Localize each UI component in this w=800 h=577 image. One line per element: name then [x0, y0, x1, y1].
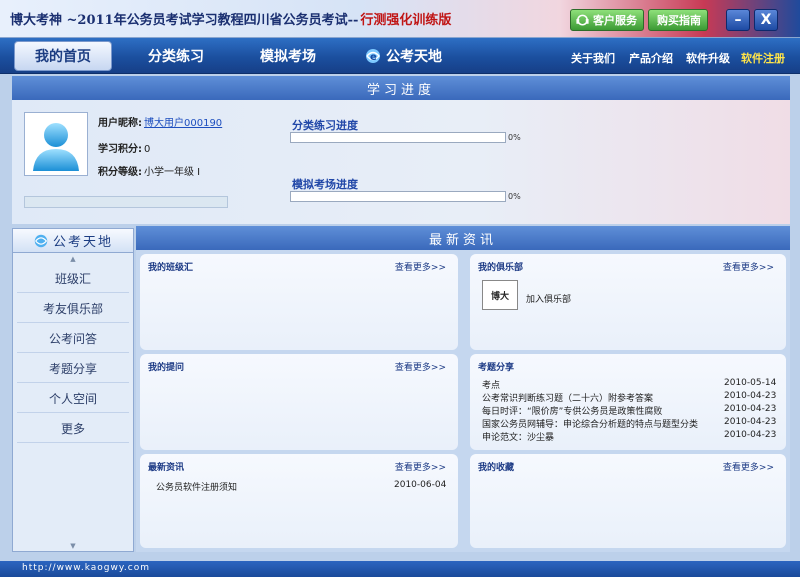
globe-e-icon [34, 234, 48, 247]
level-value: 小学一年级 I [144, 167, 201, 178]
sidebar-header-label: 公考天地 [52, 235, 113, 250]
questions-more-link[interactable]: 查看更多>> [395, 360, 446, 373]
tab-exam-world-label: 公考天地 [386, 49, 442, 65]
list-item[interactable]: 申论范文：沙尘暴 [482, 430, 554, 443]
questions-panel-title: 我的提问 [148, 363, 185, 373]
club-logo-text: 博大 [490, 291, 509, 302]
sidebar-scroll-down-icon[interactable]: ▼ [13, 541, 133, 551]
club-panel-title: 我的俱乐部 [478, 263, 524, 273]
level-progress-bar [24, 196, 228, 208]
window-title: 博大考神 ~2011年公务员考试学习教程四川省公务员考试-- 行测强化训练版 [10, 9, 451, 28]
status-url[interactable]: http://www.kaogwy.com [22, 563, 150, 573]
nickname-value[interactable]: 博大用户000190 [144, 118, 222, 129]
class-panel-title: 我的班级汇 [148, 263, 194, 273]
latest-panel-title: 最新资讯 [148, 463, 185, 473]
list-item-date: 2010-05-14 [724, 378, 777, 388]
category-progress-percent: 0% [508, 133, 521, 142]
exam-progress-percent: 0% [508, 192, 521, 201]
list-item[interactable]: 每日时评：“限价房”专供公务员是政策性腐败 [482, 404, 662, 417]
class-panel: 我的班级汇 查看更多>> [140, 254, 458, 350]
user-avatar-icon [33, 123, 79, 171]
nav-link-about[interactable]: 关于我们 [571, 50, 615, 66]
latest-more-link[interactable]: 查看更多>> [395, 460, 446, 473]
title-bar: 博大考神 ~2011年公务员考试学习教程四川省公务员考试-- 行测强化训练版 客户… [0, 0, 800, 38]
tab-category-practice[interactable]: 分类练习 [132, 41, 220, 71]
headset-icon [576, 14, 589, 26]
sidebar-item-qa[interactable]: 公考问答 [17, 325, 129, 353]
exam-progress-label: 模拟考场进度 [292, 178, 358, 191]
status-bar: http://www.kaogwy.com [0, 561, 800, 577]
list-item[interactable]: 国家公务员网辅导：申论综合分析题的特点与题型分类 [482, 417, 698, 430]
list-item-date: 2010-06-04 [394, 480, 447, 490]
close-icon: X [760, 12, 772, 28]
sidebar-item-more[interactable]: 更多 [17, 415, 129, 443]
list-item[interactable]: 公务员软件注册须知 [156, 480, 237, 493]
tab-exam-world[interactable]: e 公考天地 [354, 41, 452, 71]
share-panel: 考题分享 考点 2010-05-14 公考常识判断练习题（二十六）附参考答案 2… [470, 354, 786, 450]
tab-mock-exam[interactable]: 模拟考场 [244, 41, 332, 71]
news-header: 最新资讯 [136, 226, 790, 250]
purchase-guide-label: 购买指南 [657, 14, 701, 27]
avatar [24, 112, 88, 176]
main-nav: 我的首页 分类练习 模拟考场 e 公考天地 关于我们 产品介绍 软件升级 软件注… [0, 38, 800, 74]
list-item-date: 2010-04-23 [724, 391, 777, 401]
nav-link-register[interactable]: 软件注册 [741, 50, 785, 66]
progress-header: 学习进度 [12, 76, 790, 100]
exam-progress-track [290, 191, 506, 202]
points-label: 学习积分: [98, 144, 142, 155]
favorites-panel-title: 我的收藏 [478, 463, 515, 473]
list-item-date: 2010-04-23 [724, 430, 777, 440]
customer-service-label: 客户服务 [593, 14, 637, 27]
purchase-guide-button[interactable]: 购买指南 [648, 9, 708, 31]
level-label: 积分等级: [98, 167, 142, 178]
tab-home[interactable]: 我的首页 [14, 41, 112, 71]
questions-panel: 我的提问 查看更多>> [140, 354, 458, 450]
customer-service-button[interactable]: 客户服务 [570, 9, 644, 31]
favorites-more-link[interactable]: 查看更多>> [723, 460, 774, 473]
minimize-icon: – [734, 12, 742, 28]
category-progress-track [290, 132, 506, 143]
nickname-row: 用户昵称: 博大用户000190 [98, 114, 222, 129]
sidebar-item-space[interactable]: 个人空间 [17, 385, 129, 413]
window-title-edition: 行测强化训练版 [360, 13, 452, 28]
list-item[interactable]: 公考常识判断练习题（二十六）附参考答案 [482, 391, 653, 404]
sidebar-item-club[interactable]: 考友俱乐部 [17, 295, 129, 323]
class-more-link[interactable]: 查看更多>> [395, 260, 446, 273]
globe-e-icon: e [366, 49, 380, 63]
club-panel: 我的俱乐部 查看更多>> 博大 加入俱乐部 [470, 254, 786, 350]
svg-text:e: e [370, 52, 377, 63]
sidebar-item-class[interactable]: 班级汇 [17, 265, 129, 293]
exam-world-sidebar: 公考天地 ▲ 班级汇 考友俱乐部 公考问答 考题分享 个人空间 更多 ▼ [12, 228, 134, 552]
sidebar-header: 公考天地 [13, 229, 133, 253]
close-button[interactable]: X [754, 9, 778, 31]
nickname-label: 用户昵称: [98, 118, 142, 129]
category-progress-label: 分类练习进度 [292, 119, 358, 132]
window-title-main: 博大考神 ~2011年公务员考试学习教程四川省公务员考试-- [10, 13, 359, 28]
share-panel-title: 考题分享 [478, 363, 515, 373]
points-value: 0 [144, 144, 151, 155]
progress-panel: 用户昵称: 博大用户000190 学习积分: 0 积分等级: 小学一年级 I 分类练习… [12, 100, 790, 224]
news-panel: 我的班级汇 查看更多>> 我的俱乐部 查看更多>> 博大 加入俱乐部 我的提问 … [136, 250, 790, 552]
join-club-link[interactable]: 加入俱乐部 [526, 292, 571, 305]
sidebar-item-share[interactable]: 考题分享 [17, 355, 129, 383]
points-row: 学习积分: 0 [98, 140, 150, 155]
club-logo[interactable]: 博大 [482, 280, 518, 310]
club-more-link[interactable]: 查看更多>> [723, 260, 774, 273]
sidebar-scroll-up-icon[interactable]: ▲ [13, 254, 133, 264]
level-row: 积分等级: 小学一年级 I [98, 163, 200, 178]
favorites-panel: 我的收藏 查看更多>> [470, 454, 786, 548]
nav-link-products[interactable]: 产品介绍 [629, 50, 673, 66]
nav-link-upgrade[interactable]: 软件升级 [686, 50, 730, 66]
list-item-date: 2010-04-23 [724, 417, 777, 427]
latest-panel: 最新资讯 查看更多>> 公务员软件注册须知 2010-06-04 [140, 454, 458, 548]
minimize-button[interactable]: – [726, 9, 750, 31]
list-item-date: 2010-04-23 [724, 404, 777, 414]
list-item[interactable]: 考点 [482, 378, 500, 391]
